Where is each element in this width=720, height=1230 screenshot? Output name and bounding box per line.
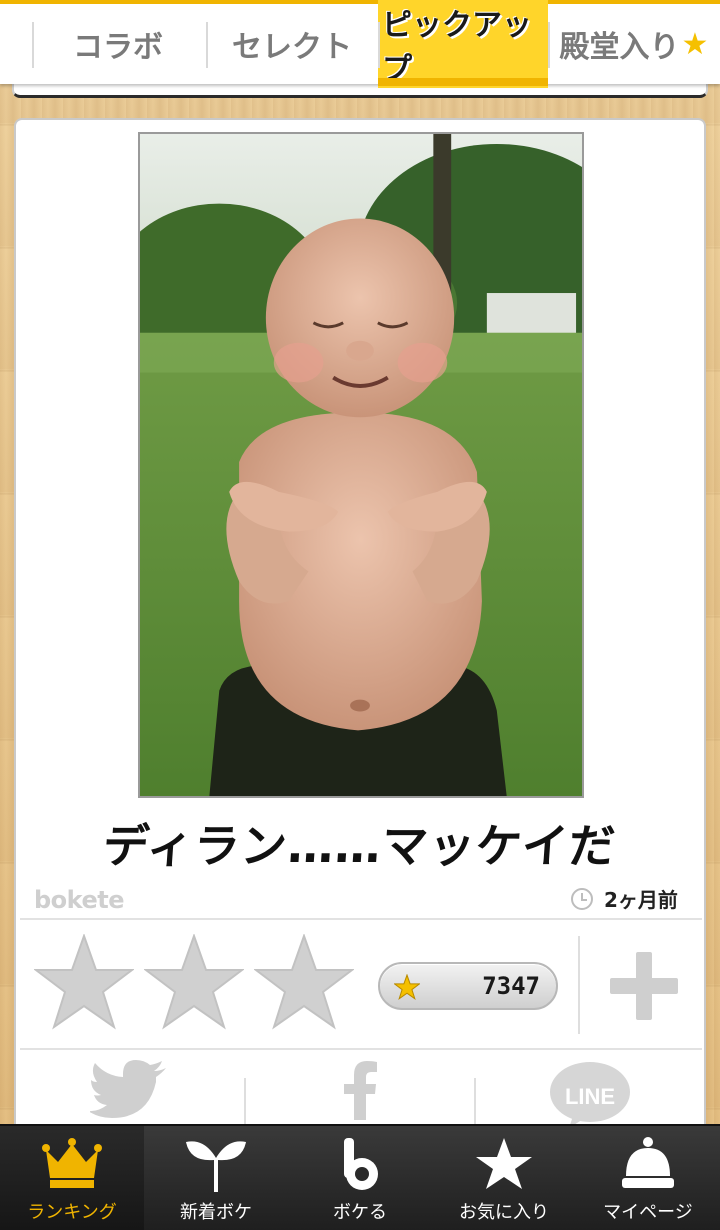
line-icon-text: LINE [564, 1084, 616, 1109]
star-icon [472, 1136, 536, 1192]
tab-select[interactable]: セレクト [206, 4, 378, 84]
score-badge: 7347 [378, 962, 558, 1010]
tab-separator [206, 22, 208, 68]
post-caption: ディラン……マッケイだ [101, 819, 618, 873]
top-tab-bar: コラボ セレクト ピックアップ 殿堂入り ★ [0, 0, 720, 88]
gold-star-icon [394, 974, 420, 1000]
nav-label: ランキング [27, 1202, 117, 1223]
baby-photo-illustration [140, 134, 582, 796]
tab-pickup[interactable]: ピックアップ [378, 0, 548, 88]
tab-separator [32, 22, 34, 68]
nav-label: お気に入り [459, 1202, 549, 1223]
nav-mypage[interactable]: マイページ [576, 1126, 720, 1230]
bell-person-icon [616, 1136, 680, 1192]
post-card: ディラン……マッケイだ bokete 2ヶ月前 7347 LINE [14, 118, 706, 1158]
star-icon: ★ [681, 26, 709, 62]
score-value: 7347 [482, 972, 540, 1000]
tab-separator [378, 22, 380, 68]
twitter-icon [90, 1060, 166, 1118]
tab-label: セレクト [232, 30, 352, 65]
posted-time: 2ヶ月前 [604, 888, 678, 912]
clock-icon [571, 888, 593, 910]
rating-star-2[interactable] [144, 934, 244, 1030]
nav-label: ボケる [333, 1202, 387, 1223]
nav-post-boke[interactable]: ボケる [288, 1126, 432, 1230]
tab-collab[interactable]: コラボ [0, 4, 206, 84]
active-tab-indicator [378, 78, 548, 86]
nav-new-boke[interactable]: 新着ボケ [144, 1126, 288, 1230]
nav-ranking[interactable]: ランキング [0, 1126, 144, 1230]
nav-label: マイページ [603, 1202, 693, 1223]
facebook-icon [344, 1061, 377, 1120]
bokete-logo: bokete [34, 886, 125, 914]
post-photo[interactable] [138, 132, 584, 798]
nav-label: 新着ボケ [180, 1202, 252, 1223]
crown-icon [40, 1136, 104, 1192]
post-meta-row: bokete 2ヶ月前 [16, 878, 704, 918]
tab-label: ピックアップ [378, 0, 548, 88]
tab-label: コラボ [73, 30, 163, 65]
vertical-divider [578, 936, 580, 1034]
divider [20, 918, 702, 920]
tab-hall-of-fame[interactable]: 殿堂入り ★ [548, 4, 720, 84]
rating-star-3[interactable] [254, 934, 354, 1030]
previous-card-edge [12, 84, 708, 98]
tab-label: 殿堂入り [559, 30, 680, 65]
add-button[interactable] [610, 952, 678, 1020]
bottom-navigation: ランキング 新着ボケ ボケる お気に入り マイページ [0, 1124, 720, 1230]
sprout-icon [184, 1136, 248, 1192]
star-outline-icon [34, 934, 134, 1030]
star-outline-icon [144, 934, 244, 1030]
nav-favorites[interactable]: お気に入り [432, 1126, 576, 1230]
rating-star-1[interactable] [34, 934, 134, 1030]
star-outline-icon [254, 934, 354, 1030]
tab-separator [548, 22, 550, 68]
rating-row: 7347 [16, 922, 704, 1046]
bokete-b-icon [328, 1136, 392, 1192]
